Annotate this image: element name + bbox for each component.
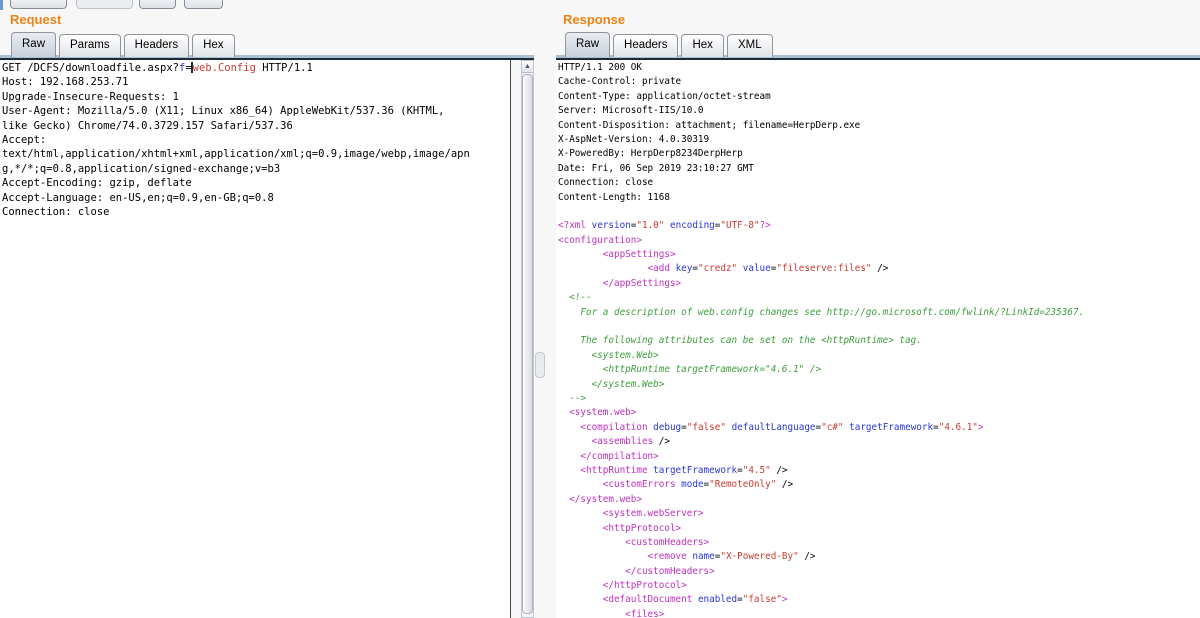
- response-tab-hex[interactable]: Hex: [681, 34, 723, 57]
- response-editor[interactable]: HTTP/1.1 200 OKCache-Control: privateCon…: [556, 60, 1200, 618]
- request-scrollbar-thumb[interactable]: [522, 74, 533, 614]
- code-line: HTTP/1.1 200 OK: [558, 61, 1200, 75]
- code-line: <system.web>: [558, 406, 1200, 420]
- response-tab-xml[interactable]: XML: [727, 34, 773, 57]
- code-line: <customErrors mode="RemoteOnly" />: [558, 478, 1200, 492]
- code-line: <compilation debug="false" defaultLangua…: [558, 421, 1200, 435]
- response-tab-raw[interactable]: Raw: [565, 32, 610, 57]
- toolbar-button-1-cutoff[interactable]: [10, 0, 67, 9]
- code-line: text/html,application/xhtml+xml,applicat…: [2, 147, 510, 161]
- code-line: </system.Web>: [558, 378, 1200, 392]
- code-line: <appSettings>: [558, 248, 1200, 262]
- code-line: <httpRuntime targetFramework="4.6.1" />: [558, 363, 1200, 377]
- code-line: <add key="credz" value="fileserve:files"…: [558, 262, 1200, 276]
- scroll-up-arrow-icon[interactable]: ▲: [522, 61, 533, 73]
- code-line: User-Agent: Mozilla/5.0 (X11; Linux x86_…: [2, 104, 510, 118]
- code-line: Content-Type: application/octet-stream: [558, 90, 1200, 104]
- code-line: <httpProtocol>: [558, 522, 1200, 536]
- code-line: GET /DCFS/downloadfile.aspx?f=web.Config…: [2, 61, 510, 75]
- toolbar-button-2-cutoff[interactable]: [76, 0, 133, 9]
- code-line: Upgrade-Insecure-Requests: 1: [2, 90, 510, 104]
- code-line: <defaultDocument enabled="false">: [558, 593, 1200, 607]
- code-line: <?xml version="1.0" encoding="UTF-8"?>: [558, 219, 1200, 233]
- code-line: <system.Web>: [558, 349, 1200, 363]
- request-tab-headers[interactable]: Headers: [124, 34, 189, 57]
- code-line: Date: Fri, 06 Sep 2019 23:10:27 GMT: [558, 162, 1200, 176]
- request-tab-bar: Raw Params Headers Hex: [11, 33, 235, 57]
- code-line: <!--: [558, 291, 1200, 305]
- request-editor[interactable]: GET /DCFS/downloadfile.aspx?f=web.Config…: [0, 60, 511, 618]
- code-line: </httpProtocol>: [558, 579, 1200, 593]
- code-line: <files>: [558, 608, 1200, 618]
- toolbar-button-3-cutoff[interactable]: [139, 0, 176, 9]
- response-pane-title: Response: [563, 12, 625, 27]
- code-line: Connection: close: [558, 176, 1200, 190]
- code-line: like Gecko) Chrome/74.0.3729.157 Safari/…: [2, 119, 510, 133]
- response-tab-bar: Raw Headers Hex XML: [565, 33, 773, 57]
- code-line: <configuration>: [558, 234, 1200, 248]
- code-line: <assemblies />: [558, 435, 1200, 449]
- request-scrollbar[interactable]: ▲: [521, 60, 534, 618]
- code-line: [558, 320, 1200, 334]
- toolbar-button-4-cutoff[interactable]: [184, 0, 223, 9]
- pane-splitter-grip[interactable]: [535, 352, 545, 378]
- code-line: Content-Disposition: attachment; filenam…: [558, 119, 1200, 133]
- response-editor-border: [556, 58, 1200, 60]
- code-line: </appSettings>: [558, 277, 1200, 291]
- code-line: </compilation>: [558, 450, 1200, 464]
- request-tab-raw[interactable]: Raw: [11, 32, 56, 57]
- request-tab-params[interactable]: Params: [59, 34, 121, 57]
- code-line: <customHeaders>: [558, 536, 1200, 550]
- code-line: <system.webServer>: [558, 507, 1200, 521]
- code-line: Connection: close: [2, 205, 510, 219]
- code-line: <remove name="X-Powered-By" />: [558, 550, 1200, 564]
- code-line: Content-Length: 1168: [558, 191, 1200, 205]
- code-line: </system.web>: [558, 493, 1200, 507]
- code-line: [558, 205, 1200, 219]
- code-line: Host: 192.168.253.71: [2, 75, 510, 89]
- code-line: The following attributes can be set on t…: [558, 334, 1200, 348]
- request-editor-border: [0, 58, 534, 60]
- code-line: Cache-Control: private: [558, 75, 1200, 89]
- code-line: <httpRuntime targetFramework="4.5" />: [558, 464, 1200, 478]
- code-line: For a description of web.config changes …: [558, 306, 1200, 320]
- code-line: Server: Microsoft-IIS/10.0: [558, 104, 1200, 118]
- code-line: Accept-Encoding: gzip, deflate: [2, 176, 510, 190]
- request-tab-hex[interactable]: Hex: [192, 34, 234, 57]
- code-line: Accept-Language: en-US,en;q=0.9,en-GB;q=…: [2, 191, 510, 205]
- code-line: Accept:: [2, 133, 510, 147]
- code-line: X-AspNet-Version: 4.0.30319: [558, 133, 1200, 147]
- code-line: -->: [558, 392, 1200, 406]
- code-line: g,*/*;q=0.8,application/signed-exchange;…: [2, 162, 510, 176]
- request-pane-title: Request: [10, 12, 61, 27]
- cutoff-blue-element: [0, 0, 3, 10]
- code-line: </customHeaders>: [558, 565, 1200, 579]
- code-line: X-PoweredBy: HerpDerp8234DerpHerp: [558, 147, 1200, 161]
- response-tab-headers[interactable]: Headers: [613, 34, 678, 57]
